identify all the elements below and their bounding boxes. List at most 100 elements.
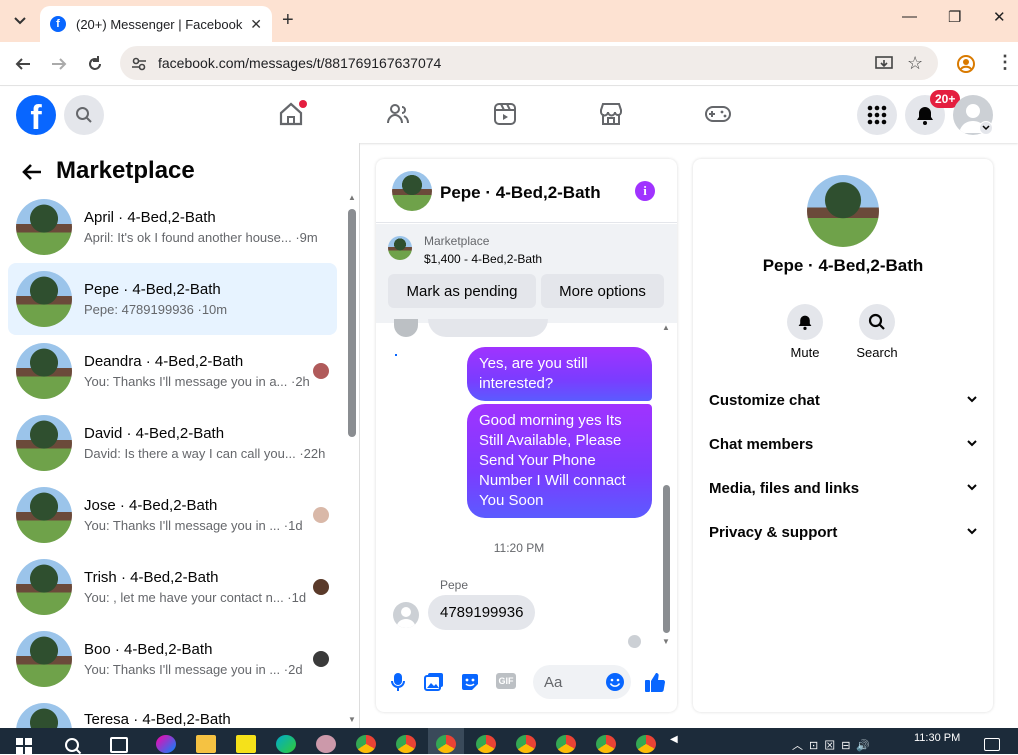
conversation-item[interactable]: April · 4-Bed,2-Bath April: It's ok I fo…: [8, 191, 337, 263]
gaming-icon[interactable]: [704, 101, 732, 127]
windows-start-icon[interactable]: [16, 738, 32, 754]
sticker-icon[interactable]: [460, 672, 480, 692]
chevron-down-icon: [967, 484, 977, 491]
scroll-marker: [395, 354, 397, 356]
chrome-icon[interactable]: [556, 735, 576, 753]
bookmark-star-icon[interactable]: ☆: [907, 53, 923, 74]
search-label[interactable]: Search: [847, 345, 907, 360]
microphone-icon[interactable]: [390, 672, 406, 692]
reload-icon[interactable]: [86, 55, 104, 73]
search-in-chat-icon[interactable]: [859, 304, 895, 340]
conversation-preview: David: Is there a way I can call you... …: [84, 446, 326, 461]
task-view-icon[interactable]: [110, 737, 128, 753]
listing-thumbnail: [16, 271, 72, 327]
taskbar-clock[interactable]: 11:30 PM: [914, 732, 960, 744]
file-explorer-icon[interactable]: [196, 735, 216, 753]
profile-icon[interactable]: [956, 54, 976, 74]
chat-info-avatar[interactable]: [807, 175, 879, 247]
sticky-notes-icon[interactable]: [236, 735, 256, 753]
listing-detail[interactable]: $1,400 - 4-Bed,2-Bath: [424, 252, 542, 266]
chrome-icon[interactable]: [636, 735, 656, 753]
more-options-button[interactable]: More options: [541, 274, 664, 308]
menu-grid-icon[interactable]: [857, 95, 897, 135]
conversation-preview: April: It's ok I found another house... …: [84, 230, 318, 245]
conversation-item[interactable]: Jose · 4-Bed,2-Bath You: Thanks I'll mes…: [8, 479, 337, 551]
conversation-scrollbar[interactable]: ▲ ▼: [346, 193, 356, 728]
chrome-icon[interactable]: [436, 735, 456, 753]
conversation-item[interactable]: Boo · 4-Bed,2-Bath You: Thanks I'll mess…: [8, 623, 337, 695]
sent-message[interactable]: Yes, are you still interested?: [467, 347, 652, 401]
conversation-list-panel: ▲ ▼ April · 4-Bed,2-Bath April: It's ok …: [0, 143, 360, 728]
conversation-item[interactable]: David · 4-Bed,2-Bath David: Is there a w…: [8, 407, 337, 479]
friends-icon[interactable]: [385, 101, 411, 127]
emoji-icon[interactable]: [605, 672, 625, 692]
like-thumbs-up-icon[interactable]: [644, 671, 666, 693]
sender-avatar[interactable]: [393, 602, 419, 628]
maximize-button[interactable]: ❐: [948, 8, 961, 26]
system-tray-icons[interactable]: ︿⊡⊠⊟🔊: [792, 737, 876, 753]
mute-bell-icon[interactable]: [787, 304, 823, 340]
conversation-item[interactable]: Deandra · 4-Bed,2-Bath You: Thanks I'll …: [8, 335, 337, 407]
facebook-logo[interactable]: f: [16, 95, 56, 135]
customize-chat-section[interactable]: Customize chat: [709, 392, 979, 409]
gif-icon[interactable]: GIF: [496, 673, 516, 689]
chrome-icon[interactable]: [476, 735, 496, 753]
copilot-icon[interactable]: [156, 735, 176, 753]
received-message[interactable]: Good morning yes Its Still Available, Pl…: [467, 404, 652, 518]
chrome-icon[interactable]: [396, 735, 416, 753]
privacy-support-section[interactable]: Privacy & support: [709, 524, 979, 541]
photo-icon[interactable]: [424, 672, 444, 692]
paint-icon[interactable]: [316, 735, 336, 753]
marketplace-icon[interactable]: [598, 101, 624, 127]
site-info-icon[interactable]: [130, 55, 148, 73]
video-icon[interactable]: [492, 101, 518, 127]
edge-icon[interactable]: [276, 735, 296, 753]
conversation-name: Trish · 4-Bed,2-Bath: [84, 569, 219, 586]
conversation-name: Jose · 4-Bed,2-Bath: [84, 497, 218, 514]
back-arrow-icon[interactable]: [22, 163, 42, 181]
section-label: Media, files and links: [709, 480, 860, 497]
chat-members-section[interactable]: Chat members: [709, 436, 979, 453]
back-icon[interactable]: [14, 55, 32, 73]
listing-thumbnail: [16, 343, 72, 399]
forward-icon[interactable]: [50, 55, 68, 73]
minimize-button[interactable]: —: [902, 8, 917, 25]
notification-center-icon[interactable]: [984, 738, 1000, 751]
chrome-icon[interactable]: [356, 735, 376, 753]
received-message[interactable]: 4789199936: [428, 595, 536, 630]
taskbar-search-icon[interactable]: [64, 737, 82, 755]
taskbar-overflow-icon[interactable]: ◀: [670, 734, 678, 745]
sender-avatar: [394, 319, 418, 337]
install-app-icon[interactable]: [874, 54, 894, 74]
mute-label[interactable]: Mute: [775, 345, 835, 360]
address-bar[interactable]: facebook.com/messages/t/881769167637074: [120, 46, 938, 80]
mark-as-pending-button[interactable]: Mark as pending: [388, 274, 536, 308]
chrome-icon[interactable]: [516, 735, 536, 753]
info-icon[interactable]: i: [635, 181, 655, 201]
account-chevron-icon[interactable]: [979, 121, 993, 135]
media-files-links-section[interactable]: Media, files and links: [709, 480, 979, 497]
chat-avatar[interactable]: [392, 171, 432, 211]
conversation-name: Pepe · 4-Bed,2-Bath: [84, 281, 221, 298]
search-icon[interactable]: [64, 95, 104, 135]
chat-header: Pepe · 4-Bed,2-Bath i: [376, 159, 677, 223]
conversation-item[interactable]: Trish · 4-Bed,2-Bath You: , let me have …: [8, 551, 337, 623]
close-window-button[interactable]: ✕: [993, 8, 1006, 26]
section-label: Chat members: [709, 436, 814, 453]
browser-menu-icon[interactable]: ⋮: [996, 52, 1014, 73]
message-timestamp: 11:20 PM: [493, 541, 545, 555]
tab-title: (20+) Messenger | Facebook: [76, 16, 243, 32]
conversation-preview: Pepe: 4789199936 ·10m: [84, 302, 228, 317]
listing-thumbnail: [16, 703, 72, 728]
conversation-item[interactable]: Teresa · 4-Bed,2-Bath: [8, 695, 337, 728]
browser-tab[interactable]: f (20+) Messenger | Facebook ✕: [40, 6, 272, 42]
listing-thumbnail: [16, 415, 72, 471]
chat-scrollbar[interactable]: ▲ ▼: [662, 323, 672, 649]
new-tab-button[interactable]: +: [282, 9, 294, 32]
chat-title[interactable]: Pepe · 4-Bed,2-Bath: [440, 183, 601, 203]
chrome-icon[interactable]: [596, 735, 616, 753]
read-receipt-avatar: [313, 507, 329, 523]
conversation-item-selected[interactable]: Pepe · 4-Bed,2-Bath Pepe: 4789199936 ·10…: [8, 263, 337, 335]
tab-search-icon[interactable]: [10, 10, 30, 30]
close-tab-icon[interactable]: ✕: [250, 16, 262, 33]
